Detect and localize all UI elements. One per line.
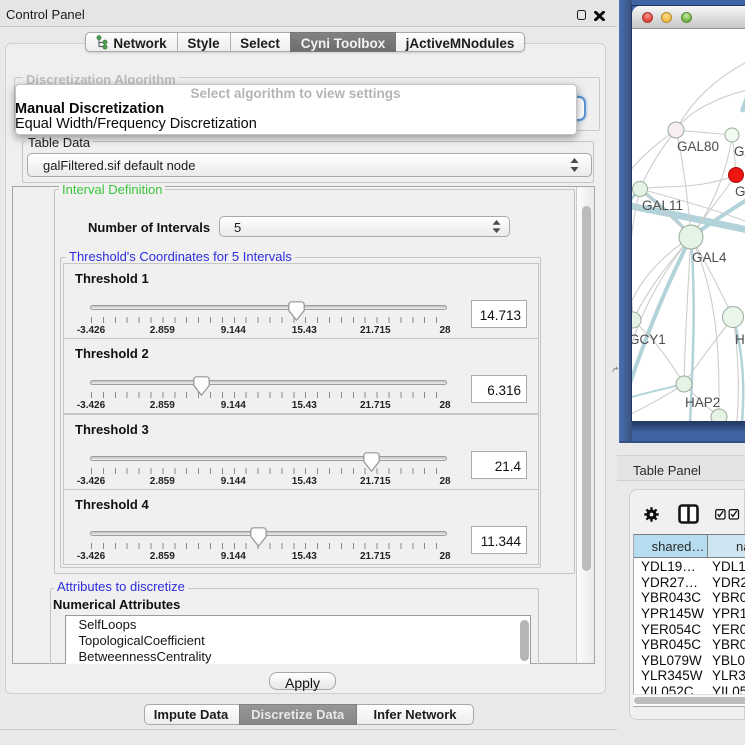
svg-text:GAL11: GAL11	[642, 198, 683, 213]
svg-text:HAP2: HAP2	[685, 395, 720, 410]
svg-text:GAL4: GAL4	[692, 250, 727, 265]
svg-text:GAL80: GAL80	[677, 139, 719, 154]
svg-text:GA: GA	[735, 184, 745, 199]
svg-text:HI: HI	[735, 332, 745, 347]
svg-text:GA: GA	[734, 144, 745, 159]
svg-text:GCY1: GCY1	[632, 332, 666, 347]
